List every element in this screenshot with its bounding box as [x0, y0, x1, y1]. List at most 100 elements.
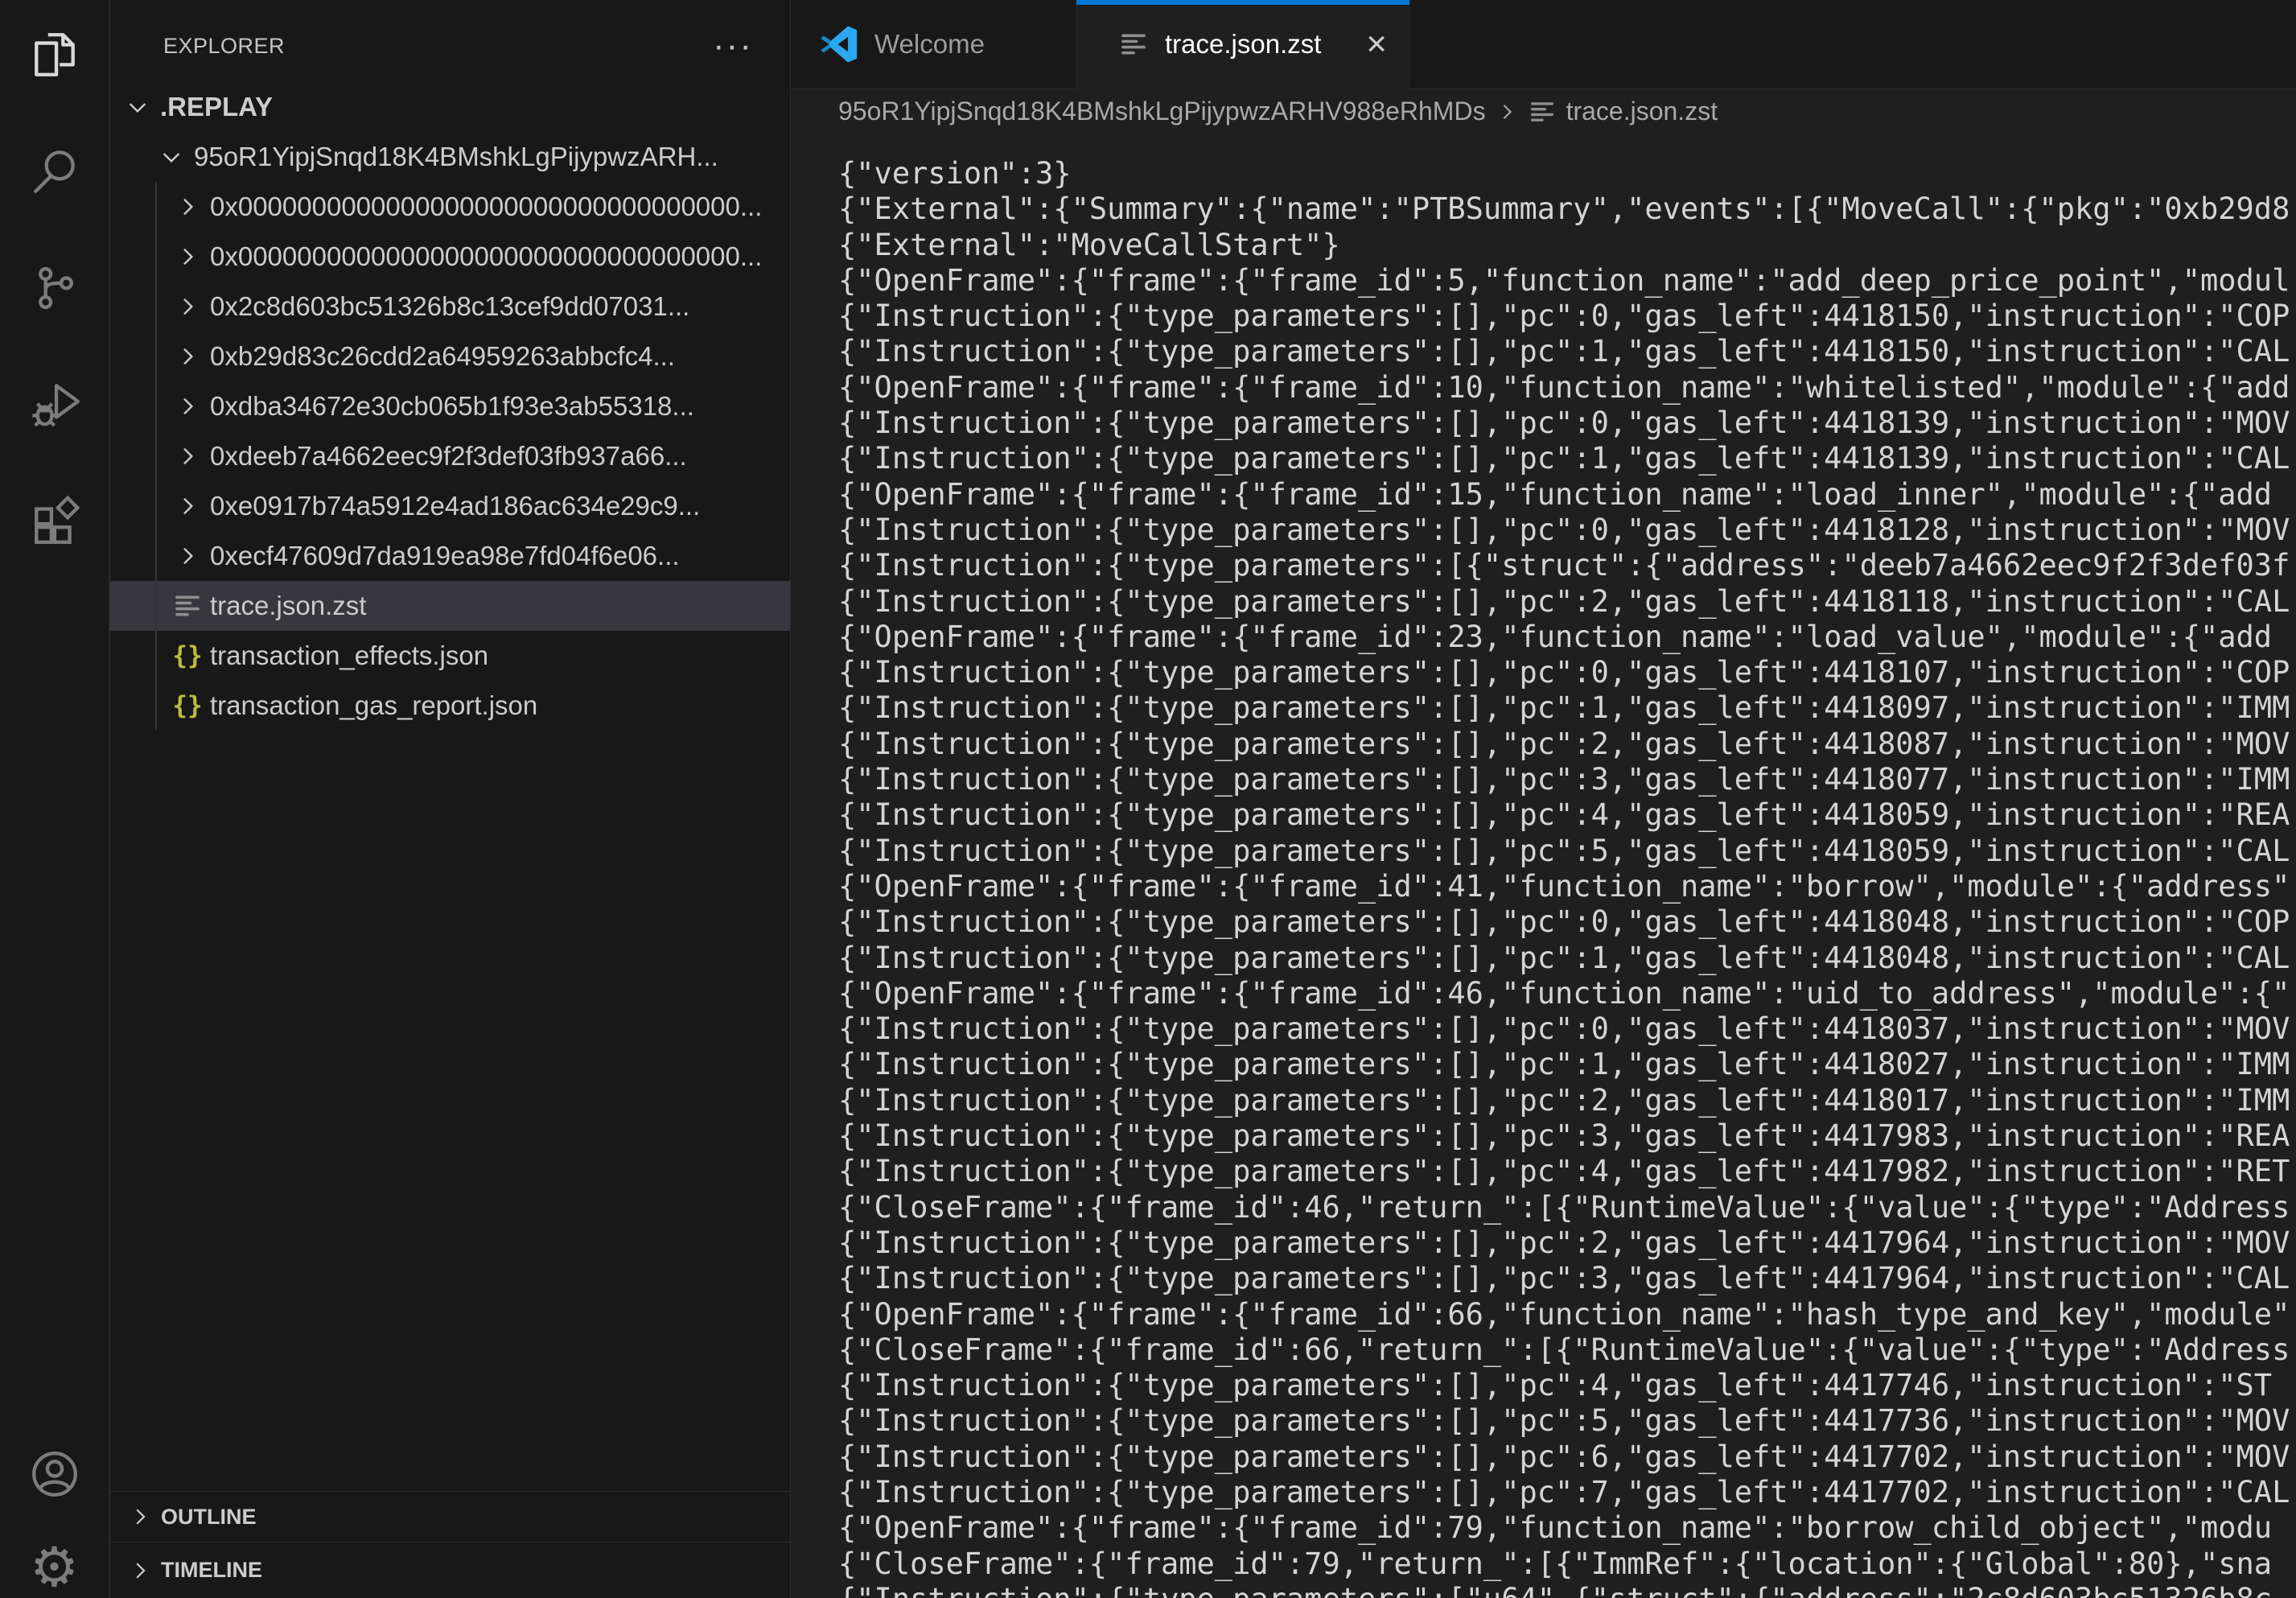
more-actions-icon[interactable]: ··· — [713, 38, 753, 54]
file-lines-icon — [1118, 29, 1149, 60]
code-line: {"Instruction":{"type_parameters":[],"pc… — [838, 1011, 2296, 1047]
code-line: {"OpenFrame":{"frame":{"frame_id":66,"fu… — [838, 1297, 2296, 1332]
code-line: {"Instruction":{"type_parameters":[],"pc… — [838, 513, 2296, 548]
json-icon: {} — [171, 640, 204, 672]
tree-item[interactable]: 0x0000000000000000000000000000000000... — [110, 232, 790, 282]
timeline-label: TIMELINE — [161, 1558, 262, 1583]
code-line: {"OpenFrame":{"frame":{"frame_id":23,"fu… — [838, 620, 2296, 655]
chevron-right-icon — [171, 241, 204, 273]
tree-item[interactable]: 0xb29d83c26cdd2a64959263abbcfc4... — [110, 332, 790, 381]
extensions-button[interactable] — [27, 495, 83, 551]
tree-item[interactable]: 0xe0917b74a5912e4ad186ac634e29c9... — [110, 481, 790, 531]
code-line: {"Instruction":{"type_parameters":[],"pc… — [838, 1154, 2296, 1189]
run-and-debug-button[interactable] — [27, 378, 83, 435]
activity-bar: ⚙ — [0, 0, 110, 1598]
chevron-right-icon — [171, 191, 204, 223]
chevron-right-icon — [171, 440, 204, 472]
chevron-right-icon — [124, 1501, 156, 1533]
tree-item[interactable]: 95oR1YipjSnqd18K4BMshkLgPijypwzARH... — [110, 132, 790, 182]
search-button[interactable] — [27, 145, 83, 201]
tab-label: trace.json.zst — [1165, 29, 1321, 60]
tree-item[interactable]: 0xdeeb7a4662eec9f2f3def03fb937a66... — [110, 431, 790, 481]
breadcrumb-folder[interactable]: 95oR1YipjSnqd18K4BMshkLgPijypwzARHV988eR… — [838, 97, 1486, 126]
code-line: {"Instruction":{"type_parameters":[],"pc… — [838, 1118, 2296, 1154]
chevron-right-icon — [171, 290, 204, 323]
tree-item[interactable]: 0x2c8d603bc51326b8c13cef9dd07031... — [110, 282, 790, 332]
vscode-window: ⚙ EXPLORER ··· .REPLAY95oR1YipjSnqd18K4B… — [0, 0, 2296, 1598]
chevron-right-icon — [171, 540, 204, 572]
extensions-icon — [28, 495, 81, 552]
code-line: {"CloseFrame":{"frame_id":79,"return_":[… — [838, 1547, 2296, 1582]
code-line: {"OpenFrame":{"frame":{"frame_id":79,"fu… — [838, 1510, 2296, 1546]
code-line: {"Instruction":{"type_parameters":[],"pc… — [838, 727, 2296, 762]
close-icon[interactable]: × — [1366, 27, 1387, 62]
code-line: {"Instruction":{"type_parameters":[],"pc… — [838, 1439, 2296, 1475]
chevron-right-icon — [171, 490, 204, 522]
code-line: {"Instruction":{"type_parameters":[],"pc… — [838, 1047, 2296, 1082]
chevron-down-icon — [155, 141, 187, 173]
code-line: {"Instruction":{"type_parameters":[],"pc… — [838, 334, 2296, 369]
account-icon — [28, 1448, 81, 1505]
chevron-down-icon — [121, 91, 154, 123]
tab-welcome[interactable]: Welcome — [791, 0, 1076, 89]
code-line: {"Instruction":{"type_parameters":[{"str… — [838, 548, 2296, 583]
activity-bar-top — [27, 28, 83, 551]
code-line: {"Instruction":{"type_parameters":[],"pc… — [838, 584, 2296, 620]
code-line: {"Instruction":{"type_parameters":[],"pc… — [838, 1475, 2296, 1510]
breadcrumb-file[interactable]: trace.json.zst — [1566, 97, 1718, 126]
code-line: {"OpenFrame":{"frame":{"frame_id":46,"fu… — [838, 976, 2296, 1011]
chevron-right-icon — [124, 1555, 156, 1587]
code-line: {"Instruction":{"type_parameters":[],"pc… — [838, 690, 2296, 726]
code-line: {"Instruction":{"type_parameters":[],"pc… — [838, 1261, 2296, 1296]
code-line: {"Instruction":{"type_parameters":[],"pc… — [838, 797, 2296, 833]
tab-trace-json-zst[interactable]: trace.json.zst × — [1076, 0, 1410, 89]
file-lines-icon — [1528, 97, 1557, 126]
code-line: {"CloseFrame":{"frame_id":46,"return_":[… — [838, 1190, 2296, 1225]
code-line: {"OpenFrame":{"frame":{"frame_id":5,"fun… — [838, 263, 2296, 299]
code-line: {"Instruction":{"type_parameters":[],"pc… — [838, 1083, 2296, 1118]
indent-guide — [155, 182, 157, 731]
code-line: {"OpenFrame":{"frame":{"frame_id":41,"fu… — [838, 869, 2296, 904]
tree-item[interactable]: 0xecf47609d7da919ea98e7fd04f6e06... — [110, 531, 790, 581]
code-line: {"Instruction":{"type_parameters":[],"pc… — [838, 1403, 2296, 1439]
source-control-button[interactable] — [27, 262, 83, 318]
code-line: {"External":{"Summary":{"name":"PTBSumma… — [838, 192, 2296, 227]
code-line: {"Instruction":{"type_parameters":[],"pc… — [838, 762, 2296, 797]
code-line: {"Instruction":{"type_parameters":[],"pc… — [838, 904, 2296, 940]
explorer-sidebar: EXPLORER ··· .REPLAY95oR1YipjSnqd18K4BMs… — [110, 0, 791, 1598]
chevron-right-icon — [1496, 101, 1518, 123]
search-icon — [28, 145, 81, 202]
code-line: {"Instruction":{"type_parameters":[],"pc… — [838, 299, 2296, 334]
code-line: {"Instruction":{"type_parameters":["u64"… — [838, 1582, 2296, 1598]
source-control-icon — [28, 262, 81, 319]
code-line: {"Instruction":{"type_parameters":[],"pc… — [838, 834, 2296, 869]
settings-button[interactable]: ⚙ — [27, 1540, 83, 1596]
breadcrumb: 95oR1YipjSnqd18K4BMshkLgPijypwzARHV988eR… — [791, 89, 2296, 134]
explorer-button[interactable] — [27, 28, 83, 84]
activity-bar-bottom: ⚙ — [27, 1448, 83, 1596]
explorer-title: EXPLORER — [163, 34, 285, 59]
code-line: {"CloseFrame":{"frame_id":66,"return_":[… — [838, 1332, 2296, 1368]
editor-content[interactable]: {"version":3}{"External":{"Summary":{"na… — [791, 134, 2296, 1598]
tab-bar: Welcome trace.json.zst × — [791, 0, 2296, 89]
tree-item[interactable]: trace.json.zst — [110, 581, 790, 631]
timeline-section[interactable]: TIMELINE — [110, 1542, 790, 1598]
tree-item[interactable]: 0x0000000000000000000000000000000000... — [110, 182, 790, 232]
sidebar-header: EXPLORER ··· — [110, 0, 790, 82]
tree-item[interactable]: .REPLAY — [110, 82, 790, 132]
outline-label: OUTLINE — [161, 1505, 257, 1530]
tree-item[interactable]: {}transaction_gas_report.json — [110, 681, 790, 731]
tree-item[interactable]: 0xdba34672e30cb065b1f93e3ab55318... — [110, 381, 790, 431]
editor-area: Welcome trace.json.zst × 95oR1YipjSnqd18… — [791, 0, 2296, 1598]
code-line: {"Instruction":{"type_parameters":[],"pc… — [838, 406, 2296, 441]
tree-item[interactable]: {}transaction_effects.json — [110, 631, 790, 681]
code-line: {"OpenFrame":{"frame":{"frame_id":10,"fu… — [838, 370, 2296, 406]
tab-label: Welcome — [874, 29, 985, 60]
account-button[interactable] — [27, 1448, 83, 1504]
code-line: {"Instruction":{"type_parameters":[],"pc… — [838, 1368, 2296, 1403]
debug-icon — [28, 378, 81, 435]
gear-glyph: ⚙ — [30, 1536, 79, 1598]
file-tree: .REPLAY95oR1YipjSnqd18K4BMshkLgPijypwzAR… — [110, 82, 790, 731]
vscode-logo-icon — [820, 25, 858, 64]
outline-section[interactable]: OUTLINE — [110, 1491, 790, 1542]
